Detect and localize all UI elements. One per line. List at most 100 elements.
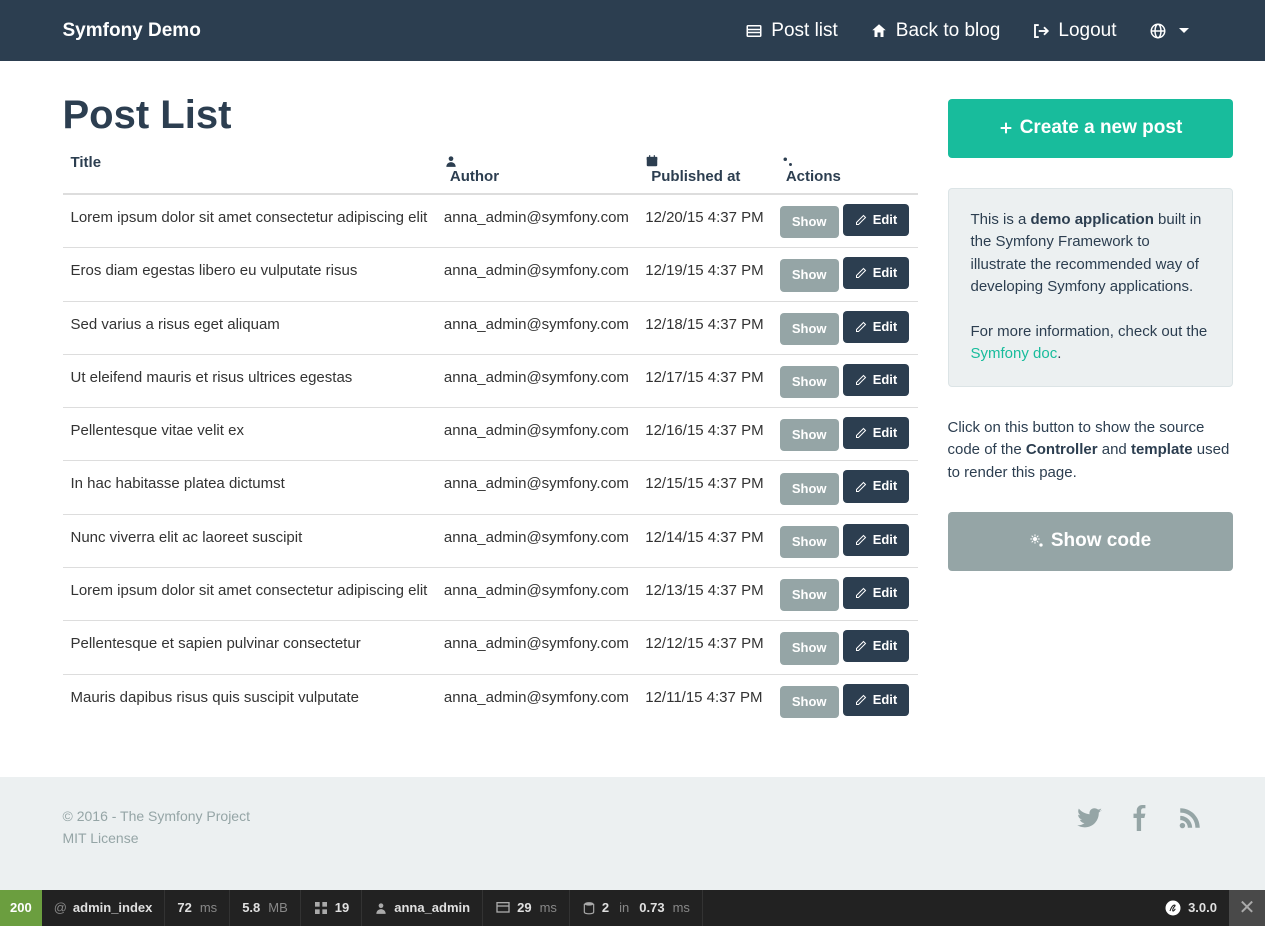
cell-author: anna_admin@symfony.com	[436, 194, 637, 248]
show-button[interactable]: Show	[780, 366, 839, 398]
cell-author: anna_admin@symfony.com	[436, 514, 637, 567]
user-icon	[374, 901, 388, 915]
user-icon	[444, 154, 629, 168]
nav-back-to-blog[interactable]: Back to blog	[856, 10, 1015, 52]
debug-forms[interactable]: 19	[301, 890, 362, 926]
cell-published: 12/16/15 4:37 PM	[637, 408, 772, 461]
debug-status[interactable]: 200	[0, 890, 42, 926]
cell-actions: Show Edit	[772, 354, 918, 407]
table-row: Nunc viverra elit ac laoreet suscipitann…	[63, 514, 918, 567]
button-label: Create a new post	[1020, 115, 1183, 142]
navbar: Symfony Demo Post list Back to blog Logo…	[0, 0, 1265, 61]
nav-language-dropdown[interactable]	[1135, 12, 1203, 50]
th-published: Published at	[637, 146, 772, 194]
table-row: Pellentesque et sapien pulvinar consecte…	[63, 621, 918, 674]
cell-actions: Show Edit	[772, 301, 918, 354]
table-row: Sed varius a risus eget aliquamanna_admi…	[63, 301, 918, 354]
cell-actions: Show Edit	[772, 408, 918, 461]
logout-icon	[1032, 22, 1050, 40]
pencil-icon	[855, 587, 867, 599]
twitter-icon[interactable]	[1077, 805, 1103, 835]
symfony-doc-link[interactable]: Symfony doc	[971, 345, 1058, 362]
table-row: Lorem ipsum dolor sit amet consectetur a…	[63, 567, 918, 620]
th-author: Author	[436, 146, 637, 194]
cell-author: anna_admin@symfony.com	[436, 674, 637, 727]
edit-button[interactable]: Edit	[843, 364, 910, 396]
nav-label: Logout	[1058, 20, 1116, 42]
nav-post-list[interactable]: Post list	[731, 10, 852, 52]
cell-title: Ut eleifend mauris et risus ultrices ege…	[63, 354, 436, 407]
pencil-icon	[855, 640, 867, 652]
nav-logout[interactable]: Logout	[1018, 10, 1130, 52]
show-button[interactable]: Show	[780, 313, 839, 345]
debug-version[interactable]: 3.0.0	[1152, 890, 1229, 926]
pencil-icon	[855, 694, 867, 706]
debug-db[interactable]: 2 in 0.73ms	[570, 890, 703, 926]
table-row: Lorem ipsum dolor sit amet consectetur a…	[63, 194, 918, 248]
debug-render[interactable]: 29ms	[483, 890, 570, 926]
debug-close-button[interactable]: ✕	[1229, 890, 1265, 926]
footer-copyright: © 2016 - The Symfony Project	[63, 805, 250, 827]
cell-published: 12/12/15 4:37 PM	[637, 621, 772, 674]
cell-published: 12/14/15 4:37 PM	[637, 514, 772, 567]
edit-button[interactable]: Edit	[843, 577, 910, 609]
cell-published: 12/20/15 4:37 PM	[637, 194, 772, 248]
cell-published: 12/11/15 4:37 PM	[637, 674, 772, 727]
info-well: This is a demo application built in the …	[948, 188, 1233, 387]
edit-button[interactable]: Edit	[843, 417, 910, 449]
rss-icon[interactable]	[1177, 805, 1203, 835]
show-button[interactable]: Show	[780, 526, 839, 558]
edit-button[interactable]: Edit	[843, 257, 910, 289]
show-button[interactable]: Show	[780, 686, 839, 718]
footer: © 2016 - The Symfony Project MIT License	[0, 777, 1265, 890]
twig-icon	[495, 900, 511, 916]
cell-actions: Show Edit	[772, 248, 918, 301]
pencil-icon	[855, 481, 867, 493]
edit-button[interactable]: Edit	[843, 470, 910, 502]
debug-route[interactable]: @ admin_index	[42, 890, 166, 926]
pencil-icon	[855, 534, 867, 546]
debug-memory[interactable]: 5.8MB	[230, 890, 301, 926]
show-button[interactable]: Show	[780, 259, 839, 291]
facebook-icon[interactable]	[1127, 805, 1153, 835]
show-button[interactable]: Show	[780, 579, 839, 611]
show-button[interactable]: Show	[780, 206, 839, 238]
table-row: In hac habitasse platea dictumstanna_adm…	[63, 461, 918, 514]
edit-button[interactable]: Edit	[843, 524, 910, 556]
close-icon: ✕	[1239, 895, 1256, 920]
debug-user[interactable]: anna_admin	[362, 890, 483, 926]
cell-title: Mauris dapibus risus quis suscipit vulpu…	[63, 674, 436, 727]
cell-actions: Show Edit	[772, 567, 918, 620]
show-code-button[interactable]: Show code	[948, 512, 1233, 571]
cell-published: 12/13/15 4:37 PM	[637, 567, 772, 620]
cogs-icon	[780, 154, 910, 168]
table-row: Eros diam egestas libero eu vulputate ri…	[63, 248, 918, 301]
cell-published: 12/17/15 4:37 PM	[637, 354, 772, 407]
table-row: Pellentesque vitae velit exanna_admin@sy…	[63, 408, 918, 461]
cell-title: Sed varius a risus eget aliquam	[63, 301, 436, 354]
cell-published: 12/18/15 4:37 PM	[637, 301, 772, 354]
page-title: Post List	[63, 93, 918, 138]
create-post-button[interactable]: Create a new post	[948, 99, 1233, 158]
pencil-icon	[855, 321, 867, 333]
symfony-icon	[1164, 899, 1182, 917]
button-label: Show code	[1051, 528, 1151, 555]
cell-author: anna_admin@symfony.com	[436, 461, 637, 514]
brand-link[interactable]: Symfony Demo	[63, 20, 201, 42]
footer-license: MIT License	[63, 827, 250, 849]
pencil-icon	[855, 427, 867, 439]
pencil-icon	[855, 267, 867, 279]
edit-button[interactable]: Edit	[843, 311, 910, 343]
edit-button[interactable]: Edit	[843, 630, 910, 662]
plus-icon	[998, 120, 1014, 136]
edit-button[interactable]: Edit	[843, 684, 910, 716]
cell-actions: Show Edit	[772, 194, 918, 248]
show-button[interactable]: Show	[780, 419, 839, 451]
pencil-icon	[855, 374, 867, 386]
debug-time[interactable]: 72ms	[165, 890, 230, 926]
cell-title: Lorem ipsum dolor sit amet consectetur a…	[63, 567, 436, 620]
show-button[interactable]: Show	[780, 473, 839, 505]
show-button[interactable]: Show	[780, 632, 839, 664]
table-row: Mauris dapibus risus quis suscipit vulpu…	[63, 674, 918, 727]
edit-button[interactable]: Edit	[843, 204, 910, 236]
